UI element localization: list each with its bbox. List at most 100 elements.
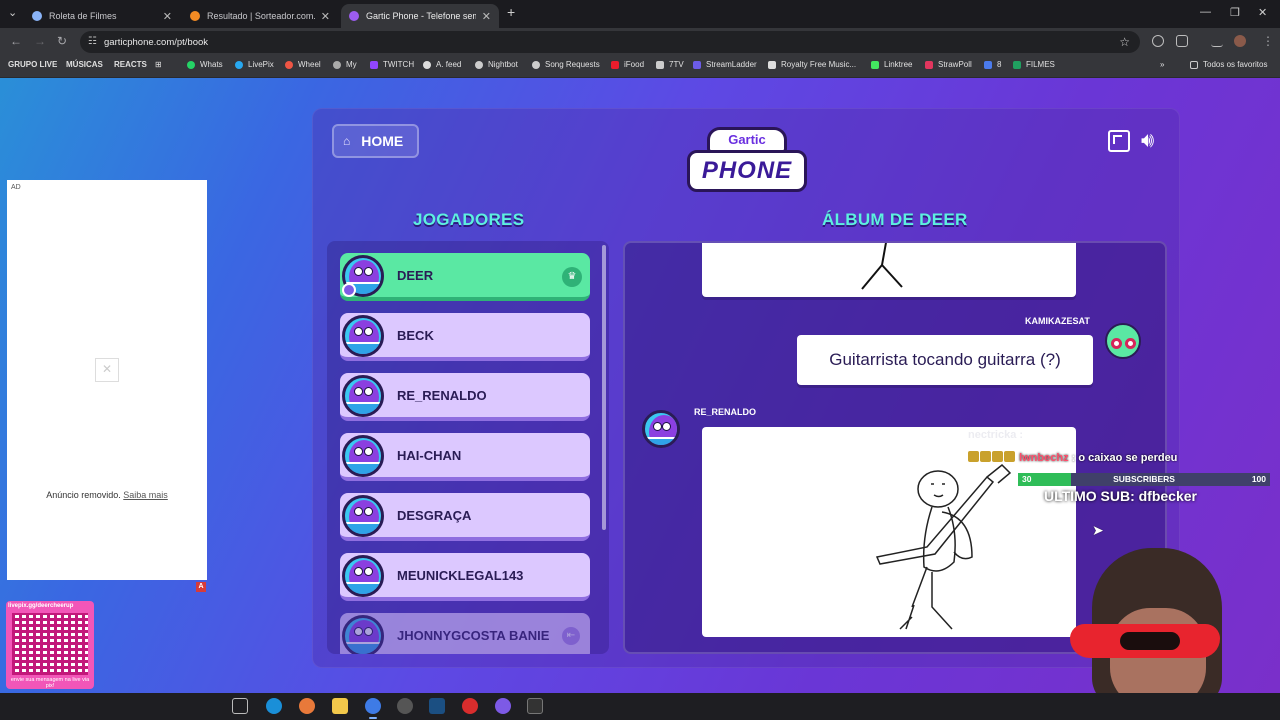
chat-ghost-line: nectricka : xyxy=(968,429,1024,441)
player-row[interactable]: RE_RENALDO xyxy=(340,373,590,421)
mouse-cursor-icon: ➤ xyxy=(1092,522,1104,538)
player-row[interactable]: BECK xyxy=(340,313,590,361)
close-icon[interactable]: ✕ xyxy=(482,10,491,23)
puzzle-icon[interactable] xyxy=(1176,35,1188,47)
profile-avatar[interactable] xyxy=(1234,35,1246,47)
forward-icon[interactable]: → xyxy=(34,34,46,48)
url-text: garticphone.com/pt/book xyxy=(104,36,209,48)
ad-choices-badge[interactable]: A xyxy=(196,582,206,592)
bookmark-label: Whats xyxy=(200,60,223,69)
minimize-icon[interactable]: — xyxy=(1200,6,1211,18)
bookmark-livepix[interactable]: LivePix xyxy=(235,60,274,69)
bookmark-label: REACTS xyxy=(114,60,147,69)
bookmark-linktree[interactable]: Linktree xyxy=(871,60,912,69)
ad-tag: AD xyxy=(11,184,21,191)
player-name: MEUNICKLEGAL143 xyxy=(397,568,524,583)
bookmark-reacts[interactable]: REACTS xyxy=(114,60,147,69)
steam-icon[interactable] xyxy=(429,698,445,714)
player-avatar xyxy=(342,435,384,477)
apps-grid-icon[interactable]: ⊞ xyxy=(155,60,162,69)
globe-icon xyxy=(333,60,341,69)
close-icon[interactable]: ✕ xyxy=(163,10,172,23)
player-name: JHONNYGCOSTA BANIE xyxy=(397,628,550,643)
bookmark-strawpoll[interactable]: StrawPoll xyxy=(925,60,972,69)
bookmark-filmes[interactable]: FILMES xyxy=(1013,60,1055,69)
badge-icon xyxy=(980,451,991,462)
url-bar[interactable]: ☷ garticphone.com/pt/book ☆ xyxy=(80,31,1140,53)
player-row[interactable]: MEUNICKLEGAL143 xyxy=(340,553,590,601)
kick-icon[interactable]: ⇤ xyxy=(562,627,580,645)
whatsapp-icon xyxy=(187,60,195,69)
twitch-icon[interactable] xyxy=(495,698,511,714)
task-view-icon[interactable] xyxy=(232,698,248,714)
bookmark-8[interactable]: 8 xyxy=(984,60,1001,69)
home-label: HOME xyxy=(361,133,404,149)
linktree-icon xyxy=(871,60,879,69)
bookmark-nightbot[interactable]: Nightbot xyxy=(475,60,518,69)
host-icon xyxy=(342,283,356,297)
new-tab-button[interactable]: + xyxy=(507,4,515,20)
bookmark-streamladder[interactable]: StreamLadder xyxy=(693,60,757,69)
close-window-icon[interactable]: ✕ xyxy=(1258,6,1267,19)
ifood-icon xyxy=(611,60,619,69)
close-icon[interactable]: ✕ xyxy=(321,10,330,23)
bookmark-a-feed[interactable]: A. feed xyxy=(423,60,461,69)
bookmark-whats[interactable]: Whats xyxy=(187,60,223,69)
chrome-icon[interactable] xyxy=(365,698,381,719)
guess-author: KAMIKAZESAT xyxy=(1025,316,1090,326)
bookmark-song-requests[interactable]: Song Requests xyxy=(532,60,600,69)
terminal-icon[interactable] xyxy=(527,698,543,714)
tab-gartic-phone[interactable]: Gartic Phone - Telefone sem fio ✕ xyxy=(341,4,499,28)
volume-icon[interactable]: 🔊︎ xyxy=(1141,128,1167,154)
tab-search-icon[interactable]: ⌄ xyxy=(8,6,17,19)
bookmark-grupo-live[interactable]: GRUPO LIVE xyxy=(8,60,57,69)
home-icon: ⌂ xyxy=(343,134,351,148)
more-bookmarks-icon[interactable]: » xyxy=(1160,60,1164,69)
back-icon[interactable]: ← xyxy=(10,34,22,48)
edge-icon[interactable] xyxy=(266,698,282,714)
album-title: ÁLBUM DE DEER xyxy=(822,210,968,229)
bookmark-label: Nightbot xyxy=(488,60,518,69)
livepix-icon xyxy=(235,60,243,69)
copilot-icon[interactable] xyxy=(299,698,315,714)
home-button[interactable]: ⌂ HOME xyxy=(332,124,419,158)
tab-sorteador[interactable]: Resultado | Sorteador.com.br - ✕ xyxy=(182,4,338,28)
app-icon[interactable] xyxy=(462,698,478,714)
bookmark-wheel[interactable]: Wheel xyxy=(285,60,321,69)
guess-text: Guitarrista tocando guitarra (?) xyxy=(829,350,1061,369)
tab-title: Resultado | Sorteador.com.br - xyxy=(207,11,315,21)
bookmark-musicas[interactable]: MÚSICAS xyxy=(66,60,103,69)
file-explorer-icon[interactable] xyxy=(332,698,348,714)
bookmark-star-icon[interactable]: ☆ xyxy=(1119,35,1130,49)
folder-icon xyxy=(984,60,992,69)
seventv-icon xyxy=(656,60,664,69)
player-row[interactable]: JHONNYGCOSTA BANIE ⇤ xyxy=(340,613,590,654)
player-avatar xyxy=(342,375,384,417)
bookmark-twitch[interactable]: TWITCH xyxy=(370,60,414,69)
bookmark-my[interactable]: My xyxy=(333,60,357,69)
bookmark-7tv[interactable]: 7TV xyxy=(656,60,684,69)
menu-icon[interactable]: ⋮ xyxy=(1262,34,1274,48)
extension-icon[interactable] xyxy=(1152,35,1164,47)
media-icon[interactable] xyxy=(1211,35,1223,47)
learn-more-link[interactable]: Saiba mais xyxy=(123,490,168,500)
site-info-icon[interactable]: ☷ xyxy=(88,36,97,47)
logo-bottom-text: PHONE xyxy=(687,150,807,192)
bookmark-royalty-free-music[interactable]: Royalty Free Music... xyxy=(768,60,856,69)
restore-icon[interactable]: ❐ xyxy=(1230,6,1240,19)
player-avatar xyxy=(342,315,384,357)
all-bookmarks[interactable]: Todos os favoritos xyxy=(1190,60,1267,69)
badge-icon xyxy=(968,451,979,462)
player-row[interactable]: DESGRAÇA xyxy=(340,493,590,541)
bookmark-ifood[interactable]: iFood xyxy=(611,60,644,69)
tab-roleta-de-filmes[interactable]: Roleta de Filmes ✕ xyxy=(24,4,180,28)
player-row[interactable]: HAI-CHAN xyxy=(340,433,590,481)
player-row[interactable]: DEER ♛ xyxy=(340,253,590,301)
bookmark-label: MÚSICAS xyxy=(66,60,103,69)
players-scrollbar[interactable] xyxy=(602,245,606,530)
strawpoll-icon xyxy=(925,60,933,69)
page-content: AD ✕ Anúncio removido. Saiba mais A live… xyxy=(0,78,1280,693)
reload-icon[interactable]: ↻ xyxy=(57,34,67,48)
obs-icon[interactable] xyxy=(397,698,413,714)
fullscreen-icon[interactable] xyxy=(1108,130,1130,152)
